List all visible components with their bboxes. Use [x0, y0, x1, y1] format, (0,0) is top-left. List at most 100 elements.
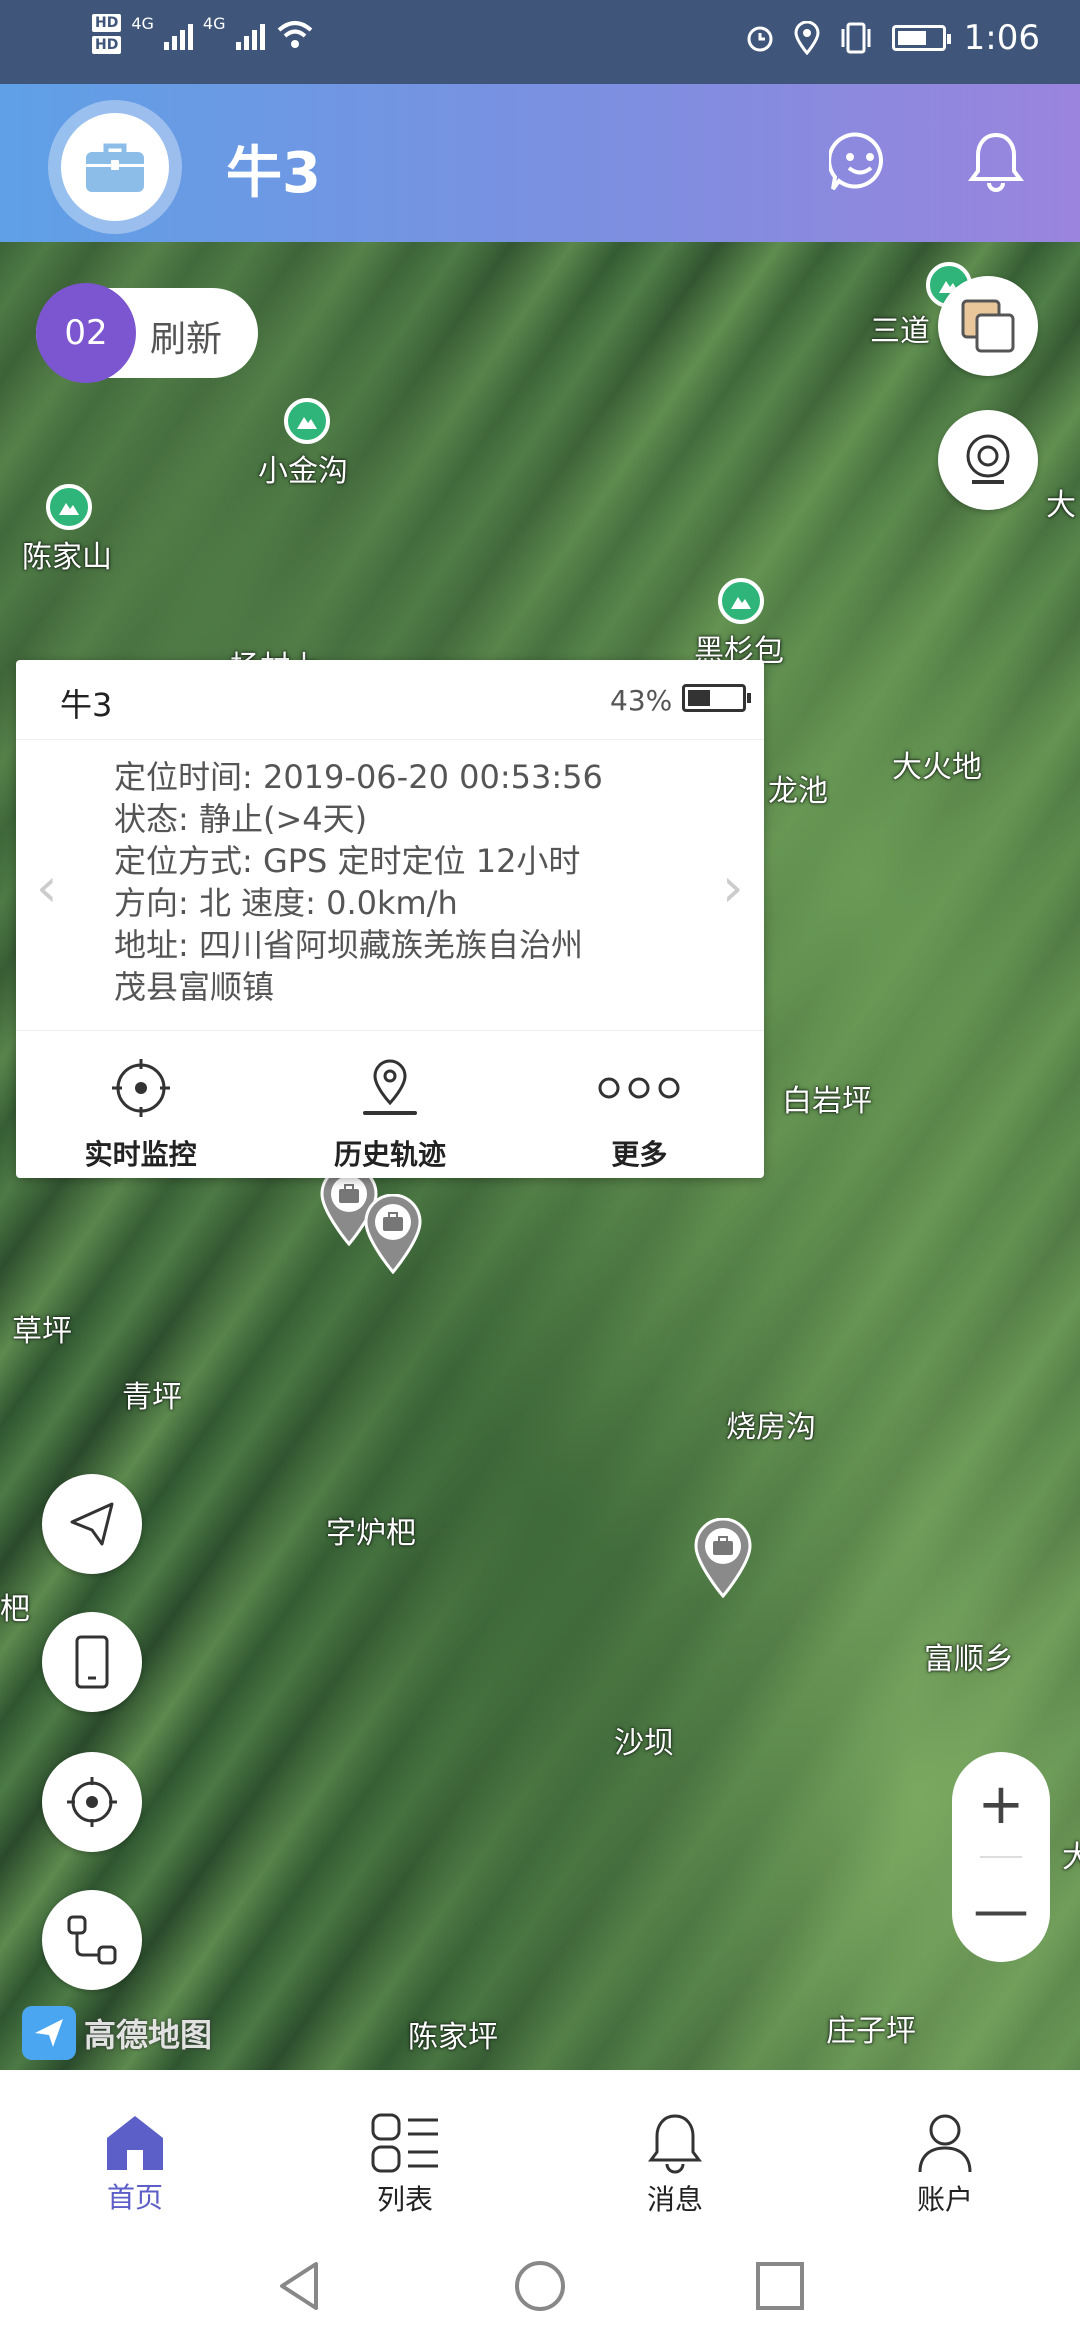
phone-icon: [75, 1635, 109, 1689]
refresh-countdown: 02: [36, 283, 136, 383]
device-button[interactable]: [42, 1612, 142, 1712]
poi-marker[interactable]: [46, 484, 92, 530]
device-pin[interactable]: [362, 1194, 424, 1274]
layers-icon: [961, 299, 1015, 353]
nav-label: 列表: [376, 2183, 433, 2216]
app-header: 牛3: [0, 84, 1080, 242]
system-nav-bar: [0, 2230, 1080, 2340]
realtime-monitor-button[interactable]: 实时监控: [16, 1031, 265, 1178]
page-title: 牛3: [226, 141, 321, 206]
location-icon: [794, 21, 820, 55]
action-label: 历史轨迹: [333, 1138, 446, 1171]
battery-percent: 43%: [610, 684, 673, 717]
nav-label: 账户: [916, 2183, 973, 2216]
bottom-nav: 首页 列表 消息 账户: [0, 2070, 1080, 2230]
map-label: 白岩坪: [782, 1084, 872, 1119]
navigate-arrow-icon: [70, 1502, 114, 1546]
avatar[interactable]: [48, 100, 182, 234]
battery-icon: [682, 684, 751, 712]
net-type-2: 4G: [202, 14, 226, 33]
signal-icon: [163, 18, 193, 50]
chat-bot-icon: [829, 132, 883, 191]
map-label: 陈家坪: [408, 2020, 498, 2055]
nav-messages[interactable]: 消息: [540, 2070, 810, 2230]
crosshair-icon: [67, 1777, 117, 1827]
bell-icon: [968, 132, 1024, 192]
map-label: 草坪: [12, 1314, 72, 1349]
location-pin-icon: [362, 1059, 417, 1115]
mountain-icon: [59, 503, 79, 515]
map-label: 杷: [0, 1592, 30, 1627]
detail-line: 地址: 四川省阿坝藏族羌族自治州: [114, 926, 583, 964]
locate-button[interactable]: [42, 1752, 142, 1852]
map-label: 沙坝: [614, 1726, 674, 1761]
poi-marker[interactable]: [284, 398, 330, 444]
recents-icon[interactable]: [752, 2258, 808, 2314]
action-label: 实时监控: [84, 1138, 197, 1171]
crosshair-icon: [111, 1059, 170, 1117]
route-button[interactable]: [42, 1890, 142, 1990]
map-label: 陈家山: [22, 540, 112, 575]
bell-icon: [648, 2114, 702, 2174]
navigate-button[interactable]: [42, 1474, 142, 1574]
action-label: 更多: [611, 1138, 668, 1171]
layers-button[interactable]: [938, 276, 1038, 376]
nav-list[interactable]: 列表: [270, 2070, 540, 2230]
clock: 1:06: [963, 18, 1040, 58]
detail-line: 定位方式: GPS 定时定位 12小时: [114, 842, 581, 880]
map-label: 庄子坪: [826, 2014, 916, 2049]
list-icon: [371, 2113, 438, 2173]
status-bar: HD HD 4G 4G 1:06: [0, 0, 1080, 84]
map-provider-logo: 高德地图: [22, 2006, 212, 2060]
home-circle-icon[interactable]: [512, 2258, 568, 2314]
map-label: 字炉杷: [326, 1516, 416, 1551]
briefcase-icon: [86, 143, 144, 192]
wifi-icon: [277, 21, 312, 48]
status-right: 1:06: [744, 18, 1040, 58]
card-actions: 实时监控 历史轨迹 更多: [16, 1030, 764, 1178]
zoom-control: + —: [952, 1752, 1050, 1962]
hd-indicator: HD HD: [92, 14, 122, 54]
refresh-button[interactable]: 02 刷新: [36, 283, 258, 383]
user-icon: [918, 2114, 972, 2173]
map-label: 青坪: [122, 1380, 182, 1415]
back-icon[interactable]: [272, 2258, 328, 2314]
hd-top: HD: [92, 14, 122, 32]
camera-button[interactable]: [938, 410, 1038, 510]
avatar-inner: [61, 113, 169, 221]
map-label: 大火地: [892, 750, 982, 785]
device-pin[interactable]: [692, 1518, 754, 1598]
zoom-in-button[interactable]: +: [952, 1752, 1050, 1856]
map-provider-text: 高德地图: [84, 2016, 213, 2054]
device-details: 定位时间: 2019-06-20 00:53:56 状态: 静止(>4天) 定位…: [114, 756, 674, 1008]
nav-home[interactable]: 首页: [0, 2070, 270, 2230]
signal-icon-2: [235, 18, 265, 50]
more-dots-icon: [598, 1077, 680, 1099]
prev-arrow[interactable]: ‹: [36, 856, 58, 919]
mountain-icon: [297, 417, 317, 429]
detail-line: 定位时间: 2019-06-20 00:53:56: [114, 758, 603, 796]
map-label: 大: [1062, 1840, 1080, 1875]
refresh-label: 刷新: [150, 319, 223, 360]
home-icon: [107, 2116, 163, 2170]
detail-line: 方向: 北 速度: 0.0km/h: [114, 884, 458, 922]
map-label: 烧房沟: [726, 1410, 816, 1445]
chat-button[interactable]: [818, 120, 902, 204]
nav-label: 首页: [106, 2181, 163, 2214]
history-track-button[interactable]: 历史轨迹: [265, 1031, 514, 1178]
notification-button[interactable]: [954, 120, 1038, 204]
route-icon: [67, 1915, 117, 1965]
device-name: 牛3: [60, 686, 113, 724]
map-label: 富顺乡: [924, 1642, 1014, 1677]
device-info-card: 牛3 43% ‹ › 定位时间: 2019-06-20 00:53:56 状态:…: [16, 660, 764, 1178]
map-label: 三道: [870, 314, 930, 349]
poi-marker[interactable]: [718, 578, 764, 624]
alarm-icon: [747, 26, 773, 52]
nav-label: 消息: [646, 2183, 703, 2216]
card-header: 牛3 43%: [16, 660, 764, 740]
more-button[interactable]: 更多: [515, 1031, 764, 1178]
nav-account[interactable]: 账户: [810, 2070, 1080, 2230]
zoom-out-button[interactable]: —: [952, 1858, 1050, 1962]
next-arrow[interactable]: ›: [722, 856, 744, 919]
map-label: 小金沟: [258, 454, 348, 489]
